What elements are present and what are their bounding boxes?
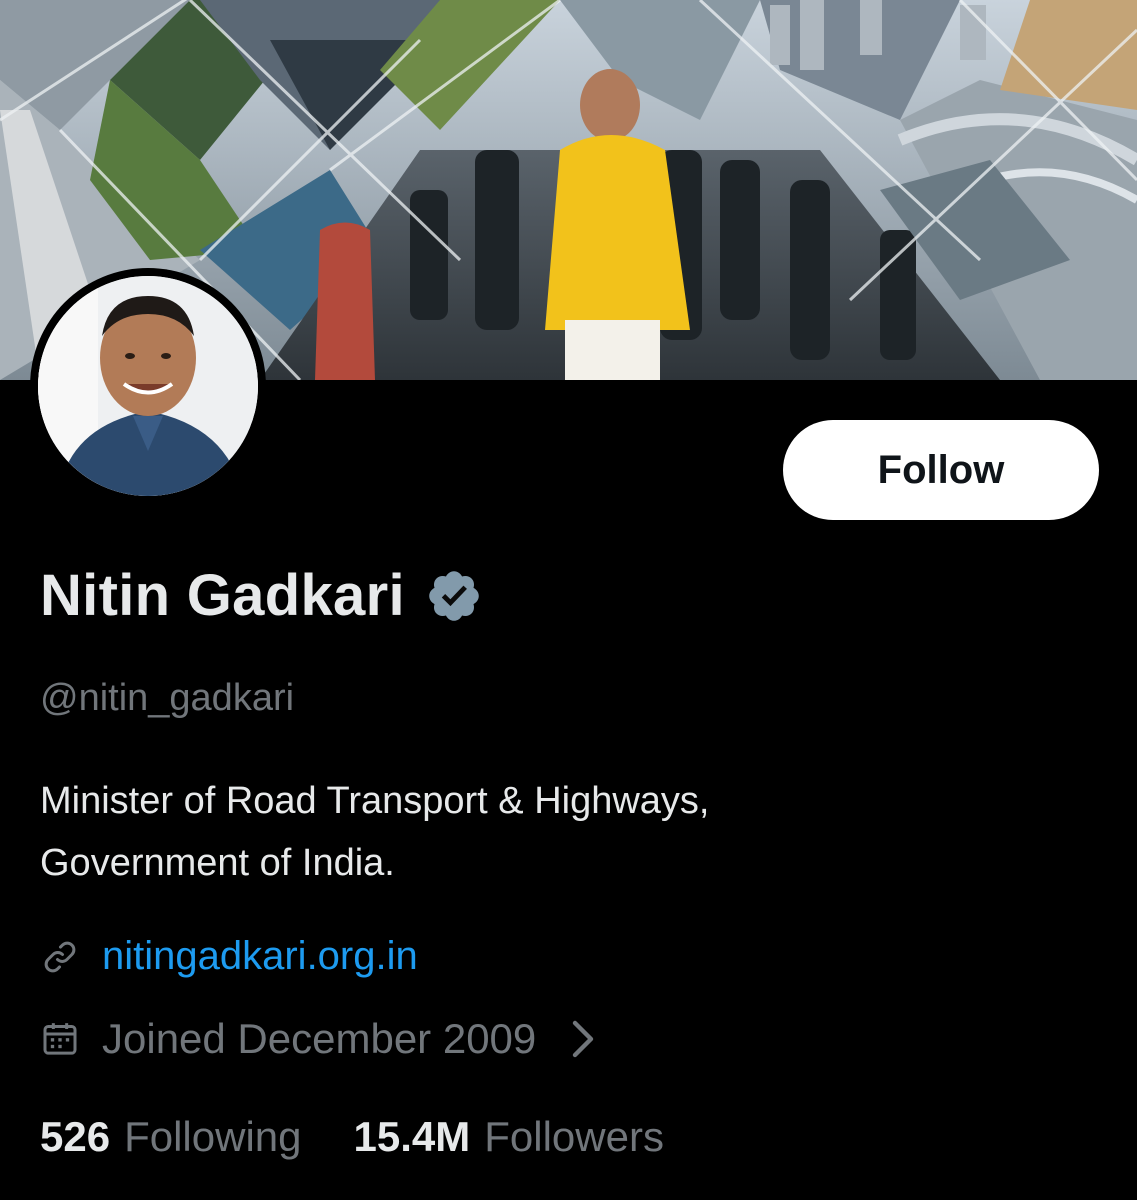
- avatar-image: [38, 276, 258, 496]
- follow-button[interactable]: Follow: [783, 420, 1099, 520]
- following-stat[interactable]: 526 Following: [40, 1113, 302, 1161]
- profile-handle: @nitin_gadkari: [40, 677, 295, 719]
- profile-name-row: Nitin Gadkari: [40, 562, 483, 629]
- website-link[interactable]: nitingadkari.org.in: [102, 934, 418, 979]
- link-icon: [44, 941, 76, 972]
- profile-stats: 526 Following 15.4M Followers: [40, 1113, 716, 1161]
- followers-label: Followers: [484, 1113, 664, 1160]
- profile-name: Nitin Gadkari: [40, 563, 405, 628]
- following-label: Following: [124, 1113, 302, 1160]
- bio-line: Minister of Road Transport & Highways,: [40, 780, 710, 822]
- following-count: 526: [40, 1113, 111, 1160]
- chevron-right-icon[interactable]: [568, 1019, 598, 1059]
- verified-badge-icon[interactable]: [425, 567, 483, 625]
- joined-row[interactable]: Joined December 2009: [40, 1015, 598, 1063]
- profile-bio: Minister of Road Transport & Highways, G…: [40, 770, 1100, 894]
- calendar-icon: [43, 1023, 77, 1055]
- followers-stat[interactable]: 15.4M Followers: [354, 1113, 664, 1161]
- bio-line: Government of India.: [40, 842, 395, 884]
- joined-date: Joined December 2009: [102, 1015, 537, 1062]
- website-row: nitingadkari.org.in: [40, 934, 418, 979]
- avatar[interactable]: [38, 276, 258, 496]
- followers-count: 15.4M: [353, 1113, 471, 1160]
